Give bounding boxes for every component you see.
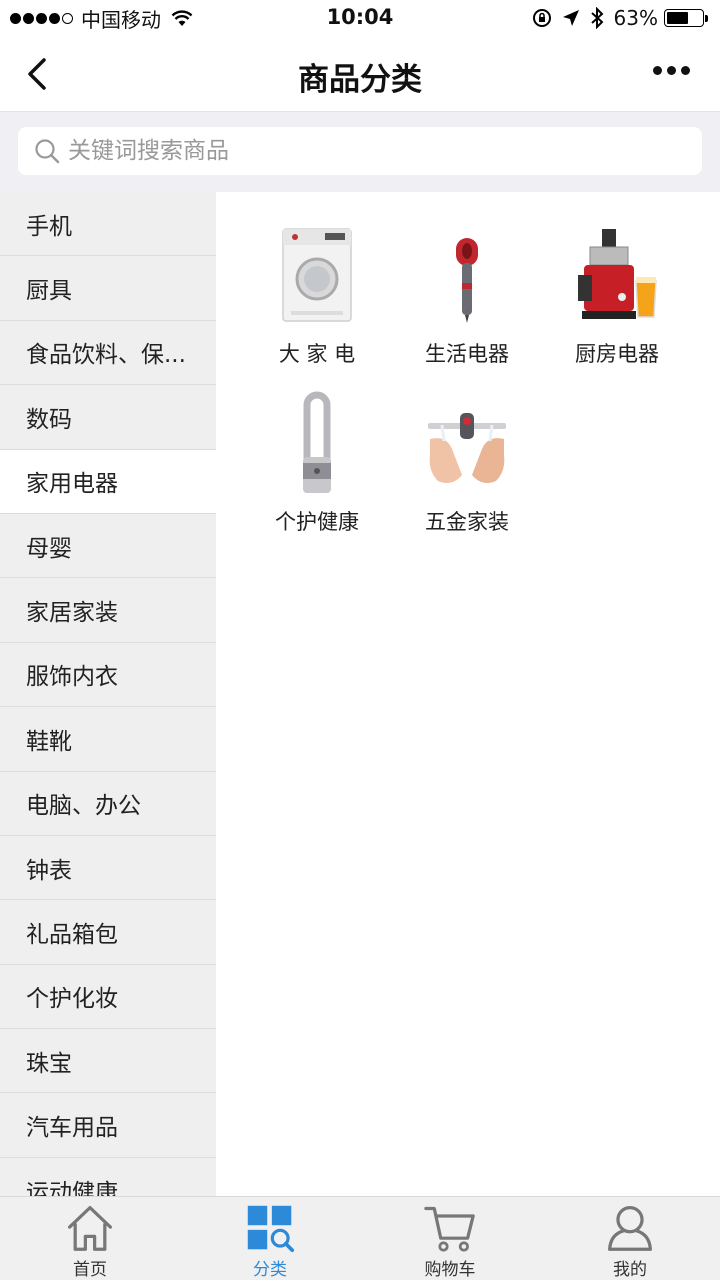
sidebar-item-label: 家用电器 (26, 471, 118, 498)
battery-icon (664, 9, 708, 27)
subcategory-item-major-appliances[interactable]: 大 家 电 (242, 220, 392, 388)
search-input[interactable] (68, 138, 668, 164)
tab-cart[interactable]: 购物车 (360, 1197, 540, 1280)
sidebar-item-label: 个护化妆 (26, 986, 118, 1013)
sidebar-item-label: 母婴 (26, 535, 72, 562)
page-title: 商品分类 (298, 62, 422, 98)
sidebar-item-food-drinks[interactable]: 食品饮料、保... (0, 321, 216, 386)
search-icon (35, 139, 60, 164)
home-icon (68, 1206, 112, 1251)
location-arrow-icon (562, 10, 579, 26)
sidebar-item-label: 汽车用品 (26, 1115, 118, 1142)
sidebar-item-auto[interactable]: 汽车用品 (0, 1093, 216, 1158)
subcategory-label: 个护健康 (275, 510, 359, 534)
sidebar-item-shoes[interactable]: 鞋靴 (0, 707, 216, 772)
tab-profile[interactable]: 我的 (540, 1197, 720, 1280)
juicer-icon (562, 220, 672, 330)
sidebar-item-label: 电脑、办公 (26, 793, 141, 820)
subcategory-panel: 大 家 电 生活电器 厨房电器 个护健康 五金家装 (216, 192, 720, 1196)
hand-dryer-icon (412, 388, 522, 498)
sidebar-item-label: 礼品箱包 (26, 921, 118, 948)
navigation-bar: 商品分类 (0, 36, 720, 112)
sidebar-item-apparel[interactable]: 服饰内衣 (0, 643, 216, 708)
sidebar-item-label: 手机 (26, 213, 72, 240)
status-bar: 中国移动 10:04 63% (0, 0, 720, 36)
sidebar-item-mother-baby[interactable]: 母婴 (0, 514, 216, 579)
sidebar-item-label: 运动健康 (26, 1179, 118, 1196)
subcategory-item-hardware-decor[interactable]: 五金家装 (392, 388, 542, 556)
sidebar-item-phones[interactable]: 手机 (0, 192, 216, 257)
subcategory-label: 厨房电器 (575, 342, 659, 366)
sidebar-item-label: 数码 (26, 406, 72, 433)
sidebar-item-home-appliances[interactable]: 家用电器 (0, 449, 216, 514)
subcategory-item-small-appliances[interactable]: 生活电器 (392, 220, 542, 388)
sidebar-item-watches[interactable]: 钟表 (0, 836, 216, 901)
sidebar-item-home-decor[interactable]: 家居家装 (0, 578, 216, 643)
tab-label: 首页 (73, 1260, 107, 1280)
more-dots-icon (653, 66, 662, 75)
sidebar-item-kitchenware[interactable]: 厨具 (0, 256, 216, 321)
subcategory-label: 生活电器 (425, 342, 509, 366)
sidebar-item-label: 家居家装 (26, 600, 118, 627)
subcategory-item-kitchen-appliances[interactable]: 厨房电器 (542, 220, 692, 388)
sidebar-item-label: 珠宝 (26, 1050, 72, 1077)
tab-home[interactable]: 首页 (0, 1197, 180, 1280)
bluetooth-icon (590, 7, 603, 29)
sidebar-item-personal-care-beauty[interactable]: 个护化妆 (0, 965, 216, 1030)
more-button[interactable] (648, 66, 690, 75)
sidebar-item-label: 服饰内衣 (26, 664, 118, 691)
search-area (0, 112, 720, 192)
subcategory-item-personal-health[interactable]: 个护健康 (242, 388, 392, 556)
sidebar-item-label: 鞋靴 (26, 728, 72, 755)
sidebar-item-gifts-bags[interactable]: 礼品箱包 (0, 900, 216, 965)
tab-label: 我的 (613, 1260, 647, 1280)
category-sidebar: 手机 厨具 食品饮料、保... 数码 家用电器 母婴 家居家装 服饰内衣 鞋靴 … (0, 192, 216, 1196)
subcategory-label: 大 家 电 (278, 342, 356, 366)
bottom-tab-bar: 首页 分类 购物车 我的 (0, 1196, 720, 1280)
subcategory-label: 五金家装 (425, 510, 509, 534)
sidebar-item-digital[interactable]: 数码 (0, 385, 216, 450)
search-box[interactable] (18, 127, 702, 175)
category-icon (247, 1205, 295, 1253)
air-purifier-icon (262, 388, 372, 498)
sidebar-item-sports-health[interactable]: 运动健康 (0, 1158, 216, 1196)
battery-percent: 63% (613, 6, 658, 30)
sidebar-item-jewelry[interactable]: 珠宝 (0, 1029, 216, 1094)
washing-machine-icon (262, 220, 372, 330)
tab-label: 购物车 (424, 1260, 476, 1280)
tab-label: 分类 (253, 1260, 287, 1280)
sidebar-item-computers-office[interactable]: 电脑、办公 (0, 772, 216, 836)
status-right: 63% (522, 6, 708, 30)
user-icon (608, 1206, 652, 1251)
subcategory-grid: 大 家 电 生活电器 厨房电器 个护健康 五金家装 (242, 220, 692, 556)
sidebar-item-label: 厨具 (26, 278, 72, 305)
hair-dryer-icon (412, 220, 522, 330)
sidebar-item-label: 钟表 (26, 857, 72, 884)
tab-category[interactable]: 分类 (180, 1197, 360, 1280)
sidebar-item-label: 食品饮料、保... (26, 342, 186, 369)
rotation-lock-icon (532, 9, 551, 27)
cart-icon (424, 1206, 475, 1252)
